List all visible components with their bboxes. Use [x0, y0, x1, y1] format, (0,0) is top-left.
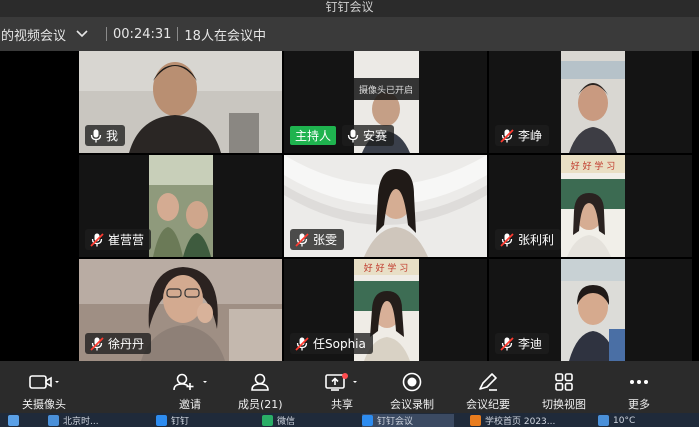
window-title-bar: 钉钉会议	[0, 0, 699, 17]
taskbar-item[interactable]: 钉钉	[156, 414, 189, 427]
participant-name-tag: 安赛	[342, 125, 395, 146]
taskbar-tray[interactable]: 10°C	[598, 414, 635, 427]
participant-tile[interactable]: 崔营营	[79, 155, 282, 257]
more-button[interactable]: 更多	[628, 361, 650, 413]
mic-muted-icon	[295, 232, 309, 247]
participant-tile[interactable]: 徐丹丹	[79, 259, 282, 361]
divider	[177, 27, 179, 41]
participant-name: 安赛	[363, 129, 388, 143]
participant-name: 徐丹丹	[108, 337, 145, 351]
taskbar-item[interactable]: 微信	[262, 414, 295, 427]
add-person-icon	[173, 373, 207, 391]
record-icon	[402, 372, 422, 392]
participant-name: 李迪	[518, 337, 543, 351]
invite-button[interactable]: 邀请	[172, 361, 208, 413]
participant-name: 任Sophia	[313, 337, 366, 351]
participant-name: 张利利	[518, 233, 555, 247]
members-button[interactable]: 成员(21)	[238, 361, 283, 413]
video-grid: 我 摄像头已开启 主持人 安赛 李峥 崔营营 张雯 好 好 学 习 张利利 徐丹…	[0, 51, 699, 361]
mic-muted-icon	[295, 336, 309, 351]
mic-muted-icon	[500, 128, 514, 143]
participant-name: 李峥	[518, 129, 543, 143]
svg-text:好 好 学 习: 好 好 学 习	[571, 160, 616, 172]
participant-name-tag: 李迪	[495, 333, 550, 354]
window-title: 钉钉会议	[325, 0, 374, 14]
pen-notes-icon	[479, 373, 497, 391]
taskbar-item[interactable]: 学校首页 2023...	[470, 414, 555, 427]
members-label: 成员(21)	[238, 398, 283, 411]
taskbar-start-icon[interactable]	[8, 414, 23, 427]
participant-tile[interactable]: 好 好 学 习 张利利	[489, 155, 692, 257]
share-label: 共享	[331, 398, 353, 411]
weather-temperature: 10°C	[613, 415, 636, 426]
video-camera-icon	[29, 375, 59, 389]
meeting-name[interactable]: 的视频会议	[0, 25, 66, 44]
participant-name-tag: 张利利	[495, 229, 562, 250]
minutes-label: 会议纪要	[466, 398, 510, 411]
taskbar-item-active[interactable]: 钉钉会议	[362, 414, 454, 427]
participant-name: 张雯	[313, 233, 338, 247]
invite-label: 邀请	[179, 398, 201, 411]
participant-name-tag: 张雯	[290, 229, 345, 250]
camera-toggle-button[interactable]: 关摄像头	[22, 361, 66, 413]
os-taskbar: 北京时... 钉钉 微信 钉钉会议 学校首页 2023... 10°C	[0, 413, 699, 427]
participant-name-tag: 徐丹丹	[85, 333, 152, 354]
participant-tile[interactable]: 好 好 学 习 任Sophia	[284, 259, 487, 361]
record-button[interactable]: 会议录制	[390, 361, 434, 413]
more-dots-icon	[630, 380, 648, 384]
svg-text:好 好 学 习: 好 好 学 习	[364, 262, 409, 274]
mic-muted-icon	[500, 336, 514, 351]
participant-name-tag: 李峥	[495, 125, 550, 146]
mic-muted-icon	[500, 232, 514, 247]
participant-name-tag: 我	[85, 125, 126, 146]
share-button[interactable]: 共享	[324, 361, 360, 413]
camera-on-toast: 摄像头已开启	[342, 78, 430, 100]
participant-name: 我	[106, 129, 119, 143]
divider	[106, 27, 108, 41]
host-badge: 主持人	[290, 126, 337, 145]
switch-view-button[interactable]: 切换视图	[542, 361, 586, 413]
record-label: 会议录制	[390, 398, 434, 411]
more-label: 更多	[628, 398, 650, 411]
mic-muted-icon	[90, 336, 104, 351]
participant-tile[interactable]: 李迪	[489, 259, 692, 361]
mic-icon	[347, 129, 359, 142]
participant-name-tag: 任Sophia	[290, 333, 373, 354]
minutes-button[interactable]: 会议纪要	[466, 361, 510, 413]
person-icon	[251, 373, 270, 391]
meeting-toolbar: 关摄像头 邀请 成员(21) 共享 会议录制 会议纪要 切换视图 更多	[0, 361, 699, 413]
participant-tile[interactable]: 李峥	[489, 51, 692, 153]
participant-name-tag: 崔营营	[85, 229, 152, 250]
mic-icon	[90, 129, 102, 142]
mic-muted-icon	[90, 232, 104, 247]
participant-tile-host[interactable]: 摄像头已开启 主持人 安赛	[284, 51, 487, 153]
meeting-duration: 00:24:31	[113, 26, 172, 42]
switch-view-label: 切换视图	[542, 398, 586, 411]
participant-tile-speaking[interactable]: 张雯	[284, 155, 487, 257]
chevron-down-icon[interactable]	[76, 30, 88, 38]
attendee-count[interactable]: 18人在会议中	[184, 25, 266, 44]
meeting-info-bar: 的视频会议 00:24:31 18人在会议中	[0, 17, 699, 51]
camera-toggle-label: 关摄像头	[22, 398, 66, 411]
taskbar-item[interactable]: 北京时...	[48, 414, 99, 427]
screen-share-icon	[325, 373, 357, 391]
participant-name: 崔营营	[108, 233, 145, 247]
grid-view-icon	[555, 373, 573, 391]
participant-tile-me[interactable]: 我	[79, 51, 282, 153]
